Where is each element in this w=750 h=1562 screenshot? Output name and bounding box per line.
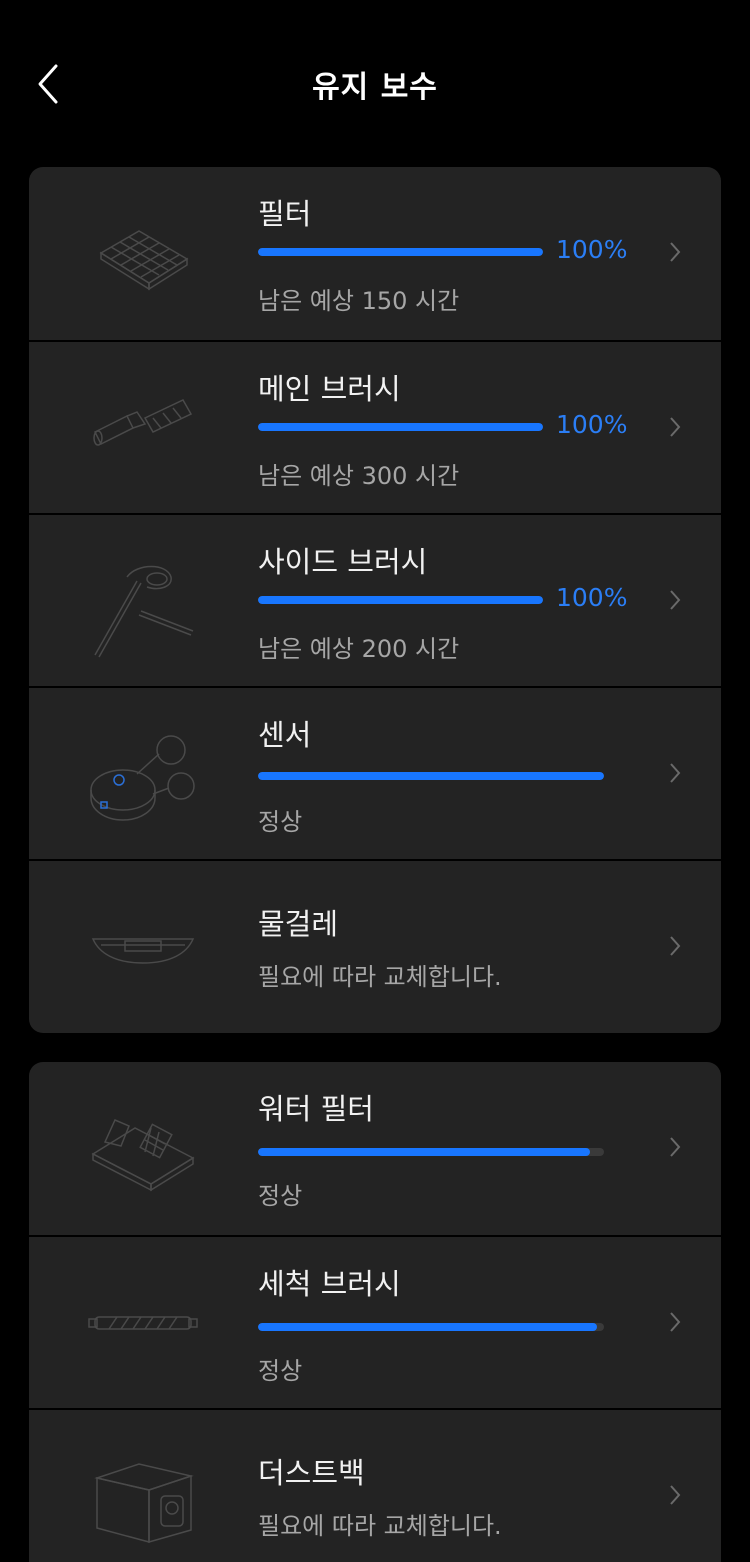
- status-text: 정상: [258, 1357, 303, 1385]
- page-title: 유지 보수: [312, 70, 438, 105]
- maintenance-item-cleaning-brush[interactable]: 세척 브러시 정상: [29, 1235, 721, 1409]
- life-progress-bar: [258, 596, 543, 604]
- progress-fill: [258, 1323, 598, 1331]
- maintenance-item-sensor[interactable]: 센서 정상: [29, 686, 721, 860]
- consumables-card-1: 필터 100% 남은 예상 150 시간 메인 브러시 100% 남은 예상 3…: [29, 167, 721, 1033]
- item-name: 사이드 브러시: [258, 545, 428, 579]
- cleaning-brush-icon: [88, 1316, 198, 1330]
- status-text: 정상: [258, 808, 303, 836]
- progress-fill: [258, 772, 604, 780]
- header: 유지 보수: [0, 0, 750, 168]
- maintenance-item-water-filter[interactable]: 워터 필터 정상: [29, 1062, 721, 1234]
- filter-icon: [99, 230, 189, 291]
- status-progress-bar: [258, 1323, 604, 1331]
- percent-label: 100%: [556, 410, 628, 439]
- progress-fill: [258, 1148, 591, 1156]
- percent-label: 100%: [556, 235, 628, 264]
- chevron-right-icon: [670, 936, 681, 956]
- maintenance-item-dust-bag[interactable]: 더스트백 필요에 따라 교체합니다.: [29, 1408, 721, 1562]
- remaining-time: 남은 예상 200 시간: [258, 635, 460, 663]
- status-progress-bar: [258, 772, 604, 780]
- item-name: 센서: [258, 718, 312, 752]
- status-progress-bar: [258, 1148, 604, 1156]
- water-filter-icon: [91, 1119, 195, 1192]
- item-name: 세척 브러시: [258, 1267, 401, 1301]
- life-progress-bar: [258, 248, 543, 256]
- chevron-right-icon: [670, 1137, 681, 1157]
- sensor-robot-icon: [90, 735, 195, 821]
- item-name: 더스트백: [258, 1456, 365, 1490]
- side-brush-icon: [94, 565, 194, 658]
- progress-fill: [258, 423, 543, 431]
- chevron-right-icon: [670, 242, 681, 262]
- remaining-time: 남은 예상 300 시간: [258, 462, 460, 490]
- status-text: 정상: [258, 1182, 303, 1210]
- item-name: 필터: [258, 197, 312, 231]
- maintenance-item-mop[interactable]: 물걸레 필요에 따라 교체합니다.: [29, 859, 721, 1033]
- replace-hint: 필요에 따라 교체합니다.: [258, 963, 502, 991]
- chevron-right-icon: [670, 590, 681, 610]
- maintenance-item-side-brush[interactable]: 사이드 브러시 100% 남은 예상 200 시간: [29, 513, 721, 687]
- progress-fill: [258, 596, 543, 604]
- main-brush-icon: [93, 399, 193, 446]
- dust-bag-icon: [94, 1463, 194, 1543]
- chevron-right-icon: [670, 417, 681, 437]
- item-name: 메인 브러시: [258, 372, 401, 406]
- progress-fill: [258, 248, 543, 256]
- consumables-card-2: 워터 필터 정상 세척 브러시 정상 더스트백 필요에 따라 교체합니다.: [29, 1062, 721, 1562]
- chevron-right-icon: [670, 763, 681, 783]
- chevron-right-icon: [670, 1485, 681, 1505]
- item-name: 물걸레: [258, 907, 339, 941]
- mop-icon: [91, 938, 195, 964]
- item-name: 워터 필터: [258, 1092, 374, 1126]
- maintenance-item-main-brush[interactable]: 메인 브러시 100% 남은 예상 300 시간: [29, 340, 721, 514]
- life-progress-bar: [258, 423, 543, 431]
- remaining-time: 남은 예상 150 시간: [258, 287, 460, 315]
- maintenance-item-filter[interactable]: 필터 100% 남은 예상 150 시간: [29, 167, 721, 339]
- percent-label: 100%: [556, 583, 628, 612]
- replace-hint: 필요에 따라 교체합니다.: [258, 1512, 502, 1540]
- chevron-right-icon: [670, 1312, 681, 1332]
